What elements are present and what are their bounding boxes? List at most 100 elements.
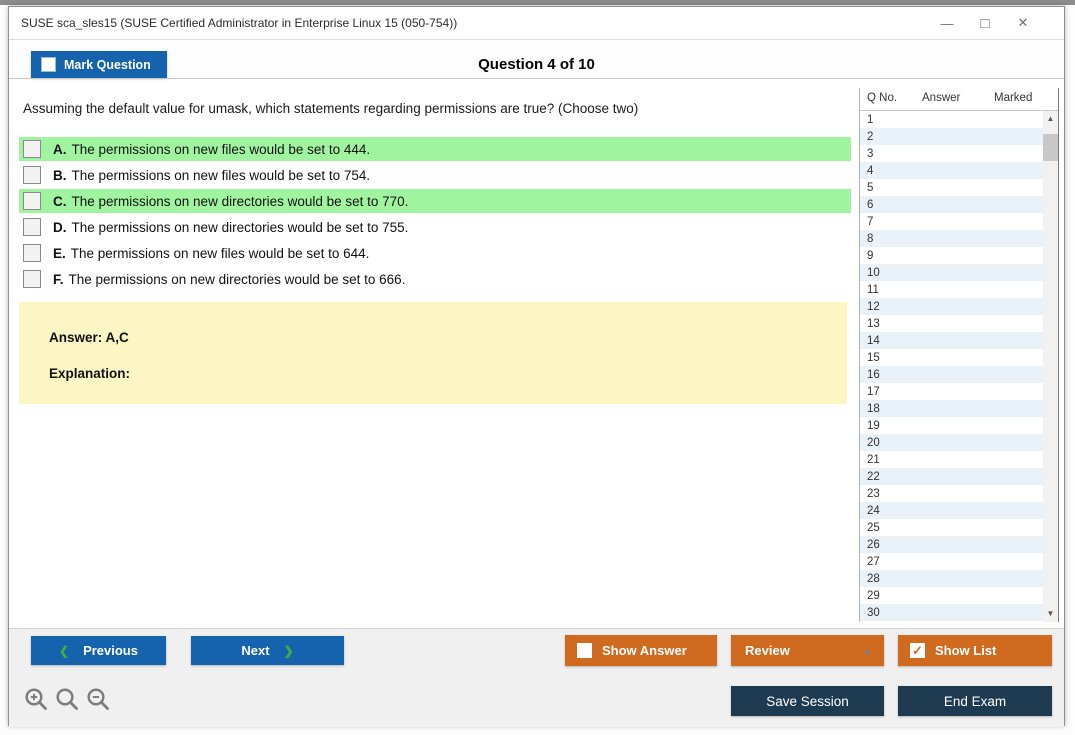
maximize-button[interactable]: □ [966,7,1004,39]
save-session-button[interactable]: Save Session [731,686,884,716]
review-button[interactable]: Review ▲ [731,635,884,666]
option-text: The permissions on new files would be se… [71,141,371,157]
question-list-row[interactable]: 27 [860,553,1043,570]
scrollbar[interactable]: ▲ ▼ [1043,111,1058,622]
question-number: 13 [867,317,880,330]
question-number: 9 [867,249,874,262]
option-checkbox[interactable] [23,218,41,236]
question-list-row[interactable]: 12 [860,298,1043,315]
question-list-body: 1 2 3 4 5 6 7 8 9 10 11 12 13 14 15 16 17 18 19 20 21 22 23 24 2… [860,111,1058,622]
question-number: 10 [867,266,880,279]
zoom-in-icon[interactable] [23,686,49,712]
minimize-button[interactable]: — [928,7,966,39]
question-list-row[interactable]: 16 [860,366,1043,383]
question-list-row[interactable]: 3 [860,145,1043,162]
column-header-marked: Marked [994,92,1033,104]
question-list-row[interactable]: 6 [860,196,1043,213]
question-list-row[interactable]: 20 [860,434,1043,451]
question-number: 21 [867,453,880,466]
zoom-reset-icon[interactable] [54,686,80,712]
question-number: 28 [867,572,880,585]
next-button[interactable]: Next ❯ [191,636,344,665]
column-header-answer: Answer [922,92,961,104]
question-list-row[interactable]: 23 [860,485,1043,502]
question-list-row[interactable]: 21 [860,451,1043,468]
answer-option-e[interactable]: E. The permissions on new files would be … [19,241,851,265]
option-checkbox[interactable] [23,270,41,288]
question-list-row[interactable]: 7 [860,213,1043,230]
option-checkbox[interactable] [23,166,41,184]
question-text: Assuming the default value for umask, wh… [23,101,639,116]
answer-option-b[interactable]: B. The permissions on new files would be … [19,163,851,187]
option-letter: C. [53,193,67,209]
review-label: Review [745,643,790,658]
option-text: The permissions on new directories would… [71,219,409,235]
option-letter: D. [53,219,67,235]
question-list-row[interactable]: 28 [860,570,1043,587]
answer-option-d[interactable]: D. The permissions on new directories wou… [19,215,851,239]
question-number: 26 [867,538,880,551]
question-number: 27 [867,555,880,568]
question-list-row[interactable]: 14 [860,332,1043,349]
question-list-row[interactable]: 11 [860,281,1043,298]
window-controls: — □ ✕ [928,7,1064,39]
option-text: The permissions on new directories would… [71,193,409,209]
answer-option-c[interactable]: C. The permissions on new directories wou… [19,189,851,213]
question-number: 15 [867,351,880,364]
question-list-row[interactable]: 17 [860,383,1043,400]
option-text: The permissions on new files would be se… [70,245,370,261]
question-list-header: Q No. Answer Marked [860,88,1058,111]
question-list-row[interactable]: 26 [860,536,1043,553]
scrollbar-thumb[interactable] [1043,134,1058,161]
answer-box: Answer: A,C Explanation: [19,302,847,404]
answer-option-f[interactable]: F. The permissions on new directories wou… [19,267,851,291]
option-checkbox[interactable] [23,140,41,158]
question-list-row[interactable]: 2 [860,128,1043,145]
question-list-row[interactable]: 1 [860,111,1043,128]
scroll-down-icon[interactable]: ▼ [1043,606,1058,622]
question-list-row[interactable]: 29 [860,587,1043,604]
column-header-qno: Q No. [867,92,898,104]
header: Mark Question Question 4 of 10 [9,40,1064,78]
question-list-row[interactable]: 15 [860,349,1043,366]
end-exam-button[interactable]: End Exam [898,686,1052,716]
question-list-row[interactable]: 30 [860,604,1043,621]
titlebar: SUSE sca_sles15 (SUSE Certified Administ… [9,7,1064,39]
question-number: 22 [867,470,880,483]
question-number: 29 [867,589,880,602]
question-list-rows: 1 2 3 4 5 6 7 8 9 10 11 12 13 14 15 16 17 18 19 20 21 22 23 24 2… [860,111,1043,621]
question-list-row[interactable]: 13 [860,315,1043,332]
question-number: 25 [867,521,880,534]
previous-label: Previous [83,643,138,658]
question-list-row[interactable]: 4 [860,162,1043,179]
show-list-checkbox[interactable]: ✓ [910,643,925,658]
previous-button[interactable]: ❮ Previous [31,636,166,665]
question-number: 7 [867,215,874,228]
question-list-row[interactable]: 19 [860,417,1043,434]
question-list-row[interactable]: 24 [860,502,1043,519]
question-list-row[interactable]: 22 [860,468,1043,485]
close-icon: ✕ [1017,15,1029,30]
question-list-row[interactable]: 5 [860,179,1043,196]
question-list-row[interactable]: 8 [860,230,1043,247]
show-answer-button[interactable]: Show Answer [565,635,717,666]
show-answer-checkbox[interactable] [577,643,592,658]
question-list-row[interactable]: 9 [860,247,1043,264]
show-list-button[interactable]: ✓ Show List [898,635,1052,666]
option-checkbox[interactable] [23,244,41,262]
option-letter: F. [53,271,64,287]
next-label: Next [241,643,270,658]
question-number: 2 [867,130,874,143]
divider [9,78,1064,79]
close-button[interactable]: ✕ [1004,7,1042,39]
chevron-right-icon: ❯ [283,643,294,658]
zoom-out-icon[interactable] [85,686,111,712]
question-list-row[interactable]: 18 [860,400,1043,417]
question-list-row[interactable]: 10 [860,264,1043,281]
answer-option-a[interactable]: A. The permissions on new files would be … [19,137,851,161]
question-number: 20 [867,436,880,449]
question-list-row[interactable]: 25 [860,519,1043,536]
option-checkbox[interactable] [23,192,41,210]
question-number: 8 [867,232,874,245]
scroll-up-icon[interactable]: ▲ [1043,111,1058,127]
